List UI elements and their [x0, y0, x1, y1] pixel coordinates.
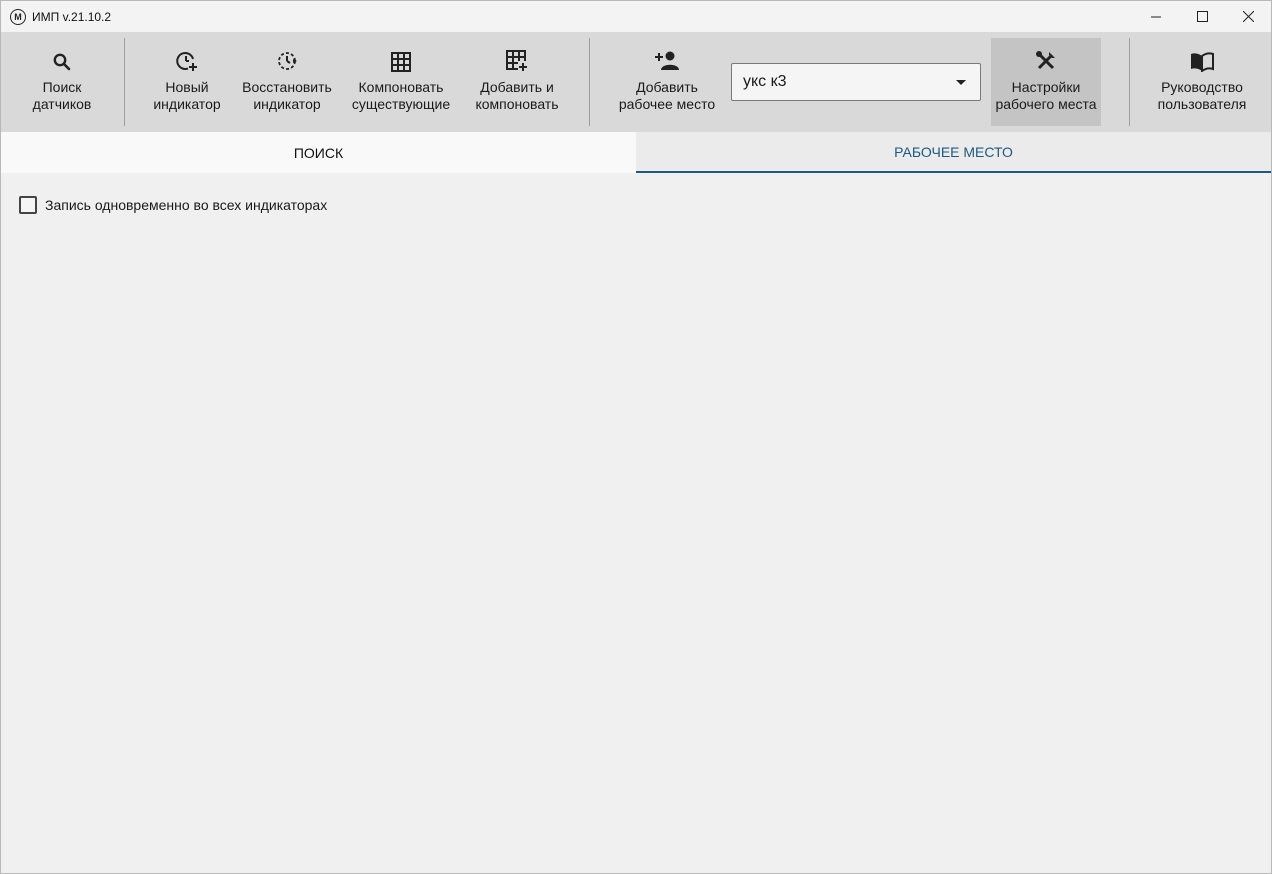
- close-button[interactable]: [1225, 1, 1271, 32]
- add-workplace-button[interactable]: Добавить рабочее место: [607, 38, 727, 126]
- record-all-row: Запись одновременно во всех индикаторах: [19, 196, 327, 214]
- tab-search[interactable]: ПОИСК: [1, 132, 636, 173]
- app-logo: М: [10, 8, 26, 25]
- grid-plus-icon: [506, 50, 527, 71]
- record-all-checkbox[interactable]: [19, 196, 37, 214]
- add-workplace-label-1: Добавить: [636, 79, 698, 95]
- record-all-label: Запись одновременно во всех индикаторах: [45, 197, 328, 213]
- workplace-settings-label-1: Настройки: [1011, 79, 1081, 95]
- minimize-icon: [1151, 16, 1161, 17]
- workplace-select-value: укс к3: [743, 73, 787, 90]
- tab-workplace[interactable]: РАБОЧЕЕ МЕСТО: [636, 132, 1271, 173]
- window-title: ИМП v.21.10.2: [32, 9, 112, 24]
- maximize-icon: [1196, 11, 1208, 22]
- add-and-compose-label-2: компоновать: [475, 96, 559, 112]
- search-sensors-label-2: датчиков: [32, 96, 92, 112]
- search-sensors-label-1: Поиск: [42, 79, 82, 95]
- maximize-button[interactable]: [1179, 1, 1225, 32]
- toolbar-divider: [1129, 38, 1130, 126]
- workplace-settings-button[interactable]: Настройки рабочего места: [991, 38, 1101, 126]
- toolbar-divider: [124, 38, 125, 126]
- search-icon: [53, 53, 71, 71]
- user-guide-label-1: Руководство: [1161, 79, 1243, 95]
- compose-existing-label-2: существующие: [351, 96, 451, 112]
- grid-icon: [391, 52, 411, 72]
- toolbar-divider: [589, 38, 590, 126]
- clock-plus-icon: [176, 52, 197, 71]
- restore-indicator-label-2: индикатор: [253, 96, 321, 112]
- close-icon: [1242, 11, 1254, 22]
- add-user-icon: [655, 51, 679, 70]
- tools-icon: [1036, 51, 1055, 70]
- compose-existing-label-1: Компоновать: [358, 79, 444, 95]
- restore-clock-icon: [278, 52, 297, 70]
- title-bar: М ИМП v.21.10.2: [1, 1, 1271, 32]
- search-sensors-button[interactable]: Поиск датчиков: [7, 38, 117, 126]
- restore-indicator-label-1: Восстановить: [242, 79, 332, 95]
- main-tabs: ПОИСК РАБОЧЕЕ МЕСТО: [1, 132, 1271, 173]
- user-guide-label-2: пользователя: [1157, 96, 1247, 112]
- workplace-select[interactable]: укс к3: [731, 63, 981, 101]
- compose-existing-button[interactable]: Компоновать существующие: [345, 38, 457, 126]
- user-guide-button[interactable]: Руководство пользователя: [1147, 38, 1257, 126]
- restore-indicator-button[interactable]: Восстановить индикатор: [237, 38, 337, 126]
- book-icon: [1191, 52, 1214, 72]
- main-toolbar: Поиск датчиков Новый индикатор Восстанов…: [1, 32, 1271, 132]
- new-indicator-button[interactable]: Новый индикатор: [137, 38, 237, 126]
- minimize-button[interactable]: [1133, 1, 1179, 32]
- add-workplace-label-2: рабочее место: [618, 96, 716, 112]
- new-indicator-label-2: индикатор: [153, 96, 221, 112]
- add-and-compose-button[interactable]: Добавить и компоновать: [463, 38, 571, 126]
- workplace-settings-label-2: рабочего места: [995, 96, 1097, 112]
- window-controls: [1133, 1, 1271, 32]
- chevron-down-icon: [956, 80, 966, 85]
- new-indicator-label-1: Новый: [165, 79, 209, 95]
- add-and-compose-label-1: Добавить и: [480, 79, 554, 95]
